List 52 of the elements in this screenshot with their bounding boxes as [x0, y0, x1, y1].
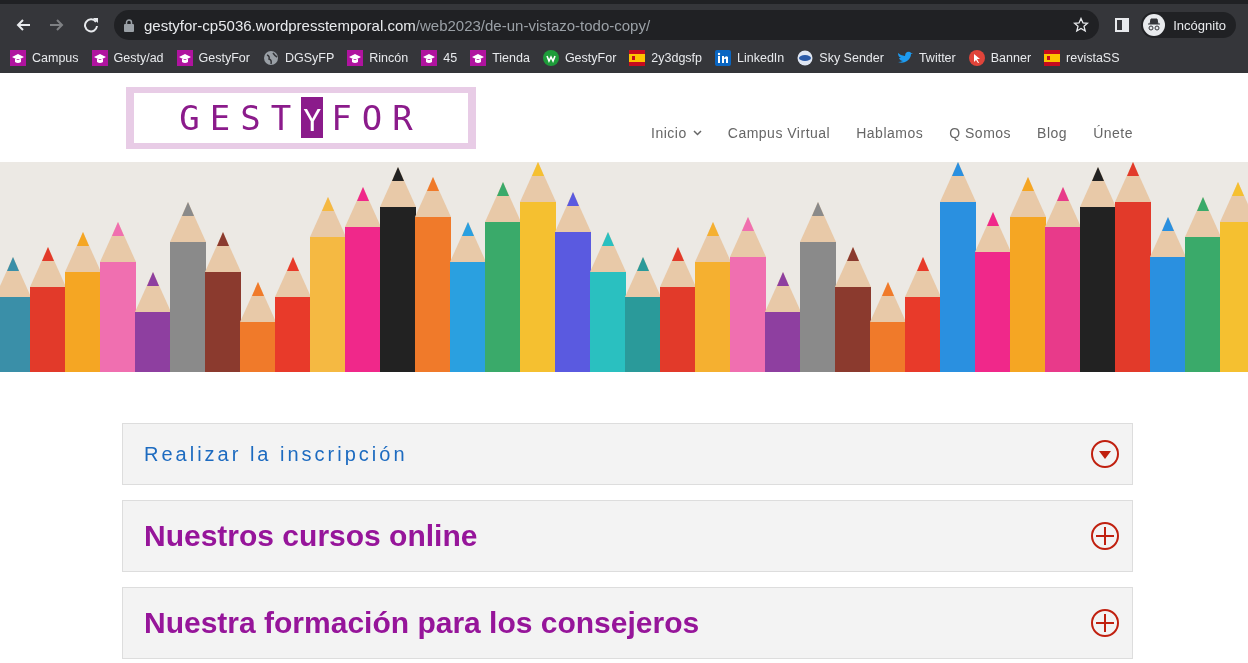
site-logo[interactable]: GEST Y FOR [126, 86, 476, 149]
spain-flag-icon [1044, 49, 1061, 66]
bookmark[interactable]: 2y3dgsfp [629, 49, 703, 66]
graduation-cap-icon [176, 49, 193, 66]
incognito-icon [1143, 14, 1166, 36]
nav-link[interactable]: Q Somos [949, 124, 1012, 141]
nav-link[interactable]: Inicio [651, 124, 702, 141]
lock-icon [124, 18, 134, 32]
bird-icon [896, 50, 913, 65]
incognito-profile-button[interactable]: Incógnito [1141, 12, 1236, 38]
bookmark[interactable]: Gesty/ad [91, 49, 164, 66]
bookmark[interactable]: Rincón [347, 49, 409, 66]
chevron-down-icon [692, 129, 702, 136]
back-arrow-icon[interactable] [15, 17, 31, 33]
address-bar[interactable]: gestyfor-cp5036.wordpresstemporal.com/web2023/de-un-vistazo-todo-copy/ [114, 10, 1100, 40]
sky-logo-icon [797, 49, 814, 66]
plus-circle-icon [1090, 608, 1120, 638]
bookmark[interactable]: Tienda [470, 49, 530, 66]
graduation-cap-icon [421, 49, 438, 66]
accordion-header[interactable]: Nuestros cursos online [122, 500, 1133, 572]
accordion-header[interactable]: Realizar la inscripción [122, 423, 1133, 485]
bookmark[interactable]: Sky Sender [797, 49, 884, 66]
nav-link[interactable]: Hablamos [856, 124, 924, 141]
forward-arrow-icon[interactable] [49, 17, 65, 33]
graduation-cap-icon [91, 49, 108, 66]
side-panel-icon[interactable] [1115, 18, 1130, 32]
reload-icon[interactable] [83, 17, 99, 33]
nav-link[interactable]: Blog [1037, 124, 1068, 141]
bookmark[interactable]: GestyFor [176, 49, 250, 66]
bookmark[interactable]: Twitter [896, 50, 956, 65]
url-text: gestyfor-cp5036.wordpresstemporal.com/web2023/de-un-vistazo-todo-copy/ [144, 16, 651, 34]
bookmark[interactable]: DGSyFP [263, 49, 335, 66]
bookmark[interactable]: revistaSS [1044, 49, 1120, 66]
w-logo-icon [542, 49, 559, 66]
nav-link[interactable]: Campus Virtual [727, 124, 831, 141]
bookmark[interactable]: Banner [968, 49, 1032, 66]
spain-flag-icon [629, 49, 646, 66]
plus-circle-icon [1090, 521, 1120, 551]
graduation-cap-icon [470, 49, 487, 66]
graduation-cap-icon [10, 49, 26, 66]
bookmark[interactable]: 45 [421, 49, 458, 66]
bookmark[interactable]: Campus [10, 49, 79, 66]
linkedin-icon [715, 49, 732, 66]
bookmark[interactable]: LinkedIn [715, 49, 785, 66]
accordion-header[interactable]: Nuestra formación para los consejeros [122, 587, 1133, 659]
caret-down-circle-icon [1090, 439, 1120, 469]
nav-link[interactable]: Únete [1093, 124, 1133, 141]
cursor-logo-icon [968, 49, 985, 66]
globe-icon [263, 49, 279, 66]
star-icon[interactable] [1073, 17, 1090, 33]
bookmark[interactable]: GestyFor [542, 49, 617, 66]
graduation-cap-icon [347, 49, 364, 66]
